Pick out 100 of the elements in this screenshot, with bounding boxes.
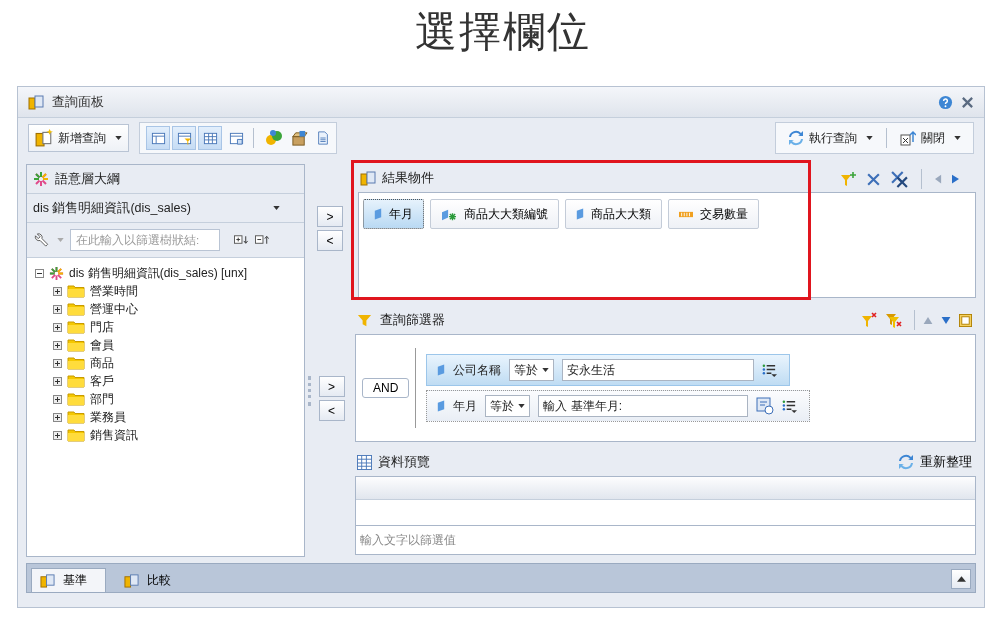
clear-filters-icon[interactable] [885, 312, 903, 328]
tree-item[interactable]: 會員 [90, 336, 114, 354]
filter-value-field[interactable]: 輸入 基準年月: [538, 395, 749, 417]
collapse-all-icon[interactable] [255, 235, 270, 245]
box-icon[interactable] [291, 129, 308, 147]
list-icon[interactable] [782, 398, 798, 414]
spheres-icon[interactable] [265, 129, 283, 147]
result-object-chip[interactable]: 商品大大類 [565, 199, 662, 229]
caret-icon [542, 368, 550, 372]
tree-item[interactable]: 業務員 [90, 408, 126, 426]
folder-icon [67, 374, 85, 388]
remove-all-icon[interactable] [891, 170, 908, 188]
tree-toggle[interactable] [53, 322, 62, 332]
tree-toggle[interactable] [53, 304, 62, 314]
prompt-icon[interactable] [756, 397, 775, 415]
tree-toggle[interactable] [53, 430, 62, 440]
tree-toggle[interactable] [53, 394, 62, 404]
right-arrow-icon[interactable] [952, 174, 959, 184]
tree-item[interactable]: dis 銷售明細資訊(dis_sales) [unx] [69, 264, 248, 282]
section-title: 結果物件 [382, 169, 434, 187]
caret-icon [518, 404, 526, 408]
tree-toggle[interactable] [35, 268, 44, 278]
filter-row[interactable]: 公司名稱 等於 安永生活 [426, 354, 791, 386]
window-title: 查詢面板 [52, 93, 104, 111]
expand-all-icon[interactable] [234, 235, 249, 245]
tree-item[interactable]: 門店 [90, 318, 114, 336]
document-icon[interactable] [316, 131, 330, 145]
tree-filter-field[interactable]: 在此輸入以篩選樹狀結: [70, 229, 220, 251]
page-title: 選擇欄位 [414, 7, 591, 57]
operator-dropdown[interactable]: 等於 [509, 359, 555, 381]
value-filter-field[interactable]: 輸入文字以篩選值 [355, 526, 976, 555]
tree-item[interactable]: 營運中心 [90, 300, 138, 318]
tree-item[interactable]: 部門 [90, 390, 114, 408]
bottom-tab[interactable]: 基準 [31, 568, 106, 592]
transfer-button[interactable]: < [317, 230, 343, 251]
refresh-button[interactable]: 重新整理 [896, 453, 974, 471]
tree-item[interactable]: 銷售資訊 [90, 426, 138, 444]
splitter-grip[interactable] [307, 376, 314, 406]
folder-icon [67, 392, 85, 406]
wrench-icon[interactable] [33, 232, 51, 248]
layout-icon [150, 130, 166, 146]
tree-toggle[interactable] [53, 358, 62, 368]
result-object-chip[interactable]: 商品大大類編號 [430, 199, 559, 229]
caret-icon [866, 136, 873, 140]
tree-toggle[interactable] [53, 340, 62, 350]
cube-icon [28, 94, 44, 110]
tree-toggle[interactable] [53, 286, 62, 296]
new-query-button[interactable]: 新增查詢 [28, 124, 129, 152]
filter-object: 公司名稱 [453, 361, 502, 379]
transfer-button[interactable]: > [317, 206, 343, 227]
table-icon [357, 454, 372, 470]
section-title: 查詢篩選器 [380, 311, 445, 329]
caret-icon [115, 136, 122, 140]
window-icon [228, 130, 244, 146]
collapse-button[interactable] [951, 569, 971, 589]
close-button[interactable]: 關閉 [894, 124, 967, 152]
tree-item[interactable]: 客戶 [90, 372, 114, 390]
run-query-button[interactable]: 執行查詢 [782, 124, 879, 152]
close-window-icon [900, 130, 916, 146]
view-toggle-button[interactable] [198, 126, 222, 150]
dimension-icon [437, 399, 446, 413]
dimension-icon [374, 207, 382, 221]
panel-icon[interactable] [959, 313, 972, 327]
tree-toggle[interactable] [53, 412, 62, 422]
tree-toggle[interactable] [53, 376, 62, 386]
view-toggle-button[interactable] [146, 126, 170, 150]
folder-icon [67, 356, 85, 370]
caret-icon[interactable] [273, 206, 280, 210]
transfer-button[interactable]: < [318, 400, 345, 421]
tree-item[interactable]: 商品 [90, 354, 114, 372]
folder-icon [67, 410, 85, 424]
cube-icon [360, 170, 376, 186]
cube-icon [40, 573, 55, 588]
filter-row[interactable]: 年月 等於 輸入 基準年月: [426, 390, 811, 422]
tree-item[interactable]: 營業時間 [90, 282, 138, 300]
grid-icon [202, 130, 218, 146]
caret-icon [954, 136, 961, 140]
down-arrow-icon[interactable] [941, 316, 951, 324]
list-icon[interactable] [762, 362, 778, 378]
refresh-icon [788, 130, 804, 146]
result-object-chip[interactable]: 交易數量 [668, 199, 759, 229]
remove-icon[interactable] [866, 171, 881, 187]
filter-value-field[interactable]: 安永生活 [562, 359, 755, 381]
operator-dropdown[interactable]: 等於 [485, 395, 531, 417]
clear-filter-icon[interactable] [861, 312, 877, 328]
close-icon[interactable] [961, 95, 974, 109]
folder-icon [67, 284, 85, 298]
measure-icon [679, 210, 693, 218]
transfer-button[interactable]: > [318, 376, 345, 397]
funnel-window-icon [176, 130, 192, 146]
cube-icon [35, 129, 53, 147]
operator-button[interactable]: AND [362, 378, 410, 398]
folder-icon [67, 320, 85, 334]
result-object-chip[interactable]: 年月 [363, 199, 424, 229]
up-arrow-icon [956, 576, 966, 582]
view-toggle-button[interactable] [172, 126, 196, 150]
star-burst-icon [33, 171, 49, 187]
help-icon[interactable] [938, 94, 953, 110]
dimension-icon [437, 363, 446, 377]
bottom-tab[interactable]: 比較 [116, 568, 189, 592]
